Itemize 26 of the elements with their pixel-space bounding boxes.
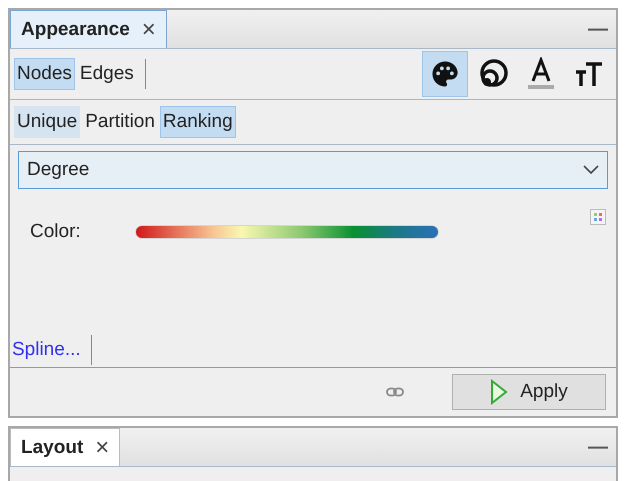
text-size-icon bbox=[574, 60, 604, 88]
spline-link[interactable]: Spline... bbox=[12, 339, 81, 361]
minimize-button[interactable]: — bbox=[588, 436, 608, 458]
link-icon[interactable] bbox=[386, 387, 404, 397]
tab-title: Layout bbox=[21, 436, 84, 458]
mode-tab[interactable]: Partition bbox=[82, 106, 158, 138]
close-button[interactable]: × bbox=[95, 434, 110, 462]
color-label: Color: bbox=[30, 221, 82, 243]
letter-underline-icon bbox=[526, 57, 556, 91]
play-icon bbox=[490, 379, 508, 405]
panel-tab[interactable]: Appearance × bbox=[10, 10, 167, 48]
close-button[interactable]: × bbox=[142, 16, 156, 44]
panel-tab[interactable]: Layout × bbox=[10, 428, 120, 466]
palette-icon bbox=[430, 59, 460, 89]
chevron-down-icon bbox=[583, 165, 599, 175]
minimize-button[interactable]: — bbox=[588, 18, 608, 40]
attribute-dropdown[interactable]: Degree bbox=[18, 151, 608, 189]
palette-button[interactable] bbox=[422, 51, 468, 97]
mode-tab[interactable]: Ranking bbox=[160, 106, 236, 138]
element-tab[interactable]: Edges bbox=[76, 58, 137, 90]
tab-title: Appearance bbox=[21, 18, 130, 40]
element-tab[interactable]: Nodes bbox=[14, 58, 75, 90]
mode-tab[interactable]: Unique bbox=[14, 106, 80, 138]
apply-button[interactable]: Apply bbox=[452, 374, 606, 410]
palette-picker-icon[interactable] bbox=[590, 209, 606, 225]
color-gradient-bar[interactable] bbox=[136, 226, 438, 238]
